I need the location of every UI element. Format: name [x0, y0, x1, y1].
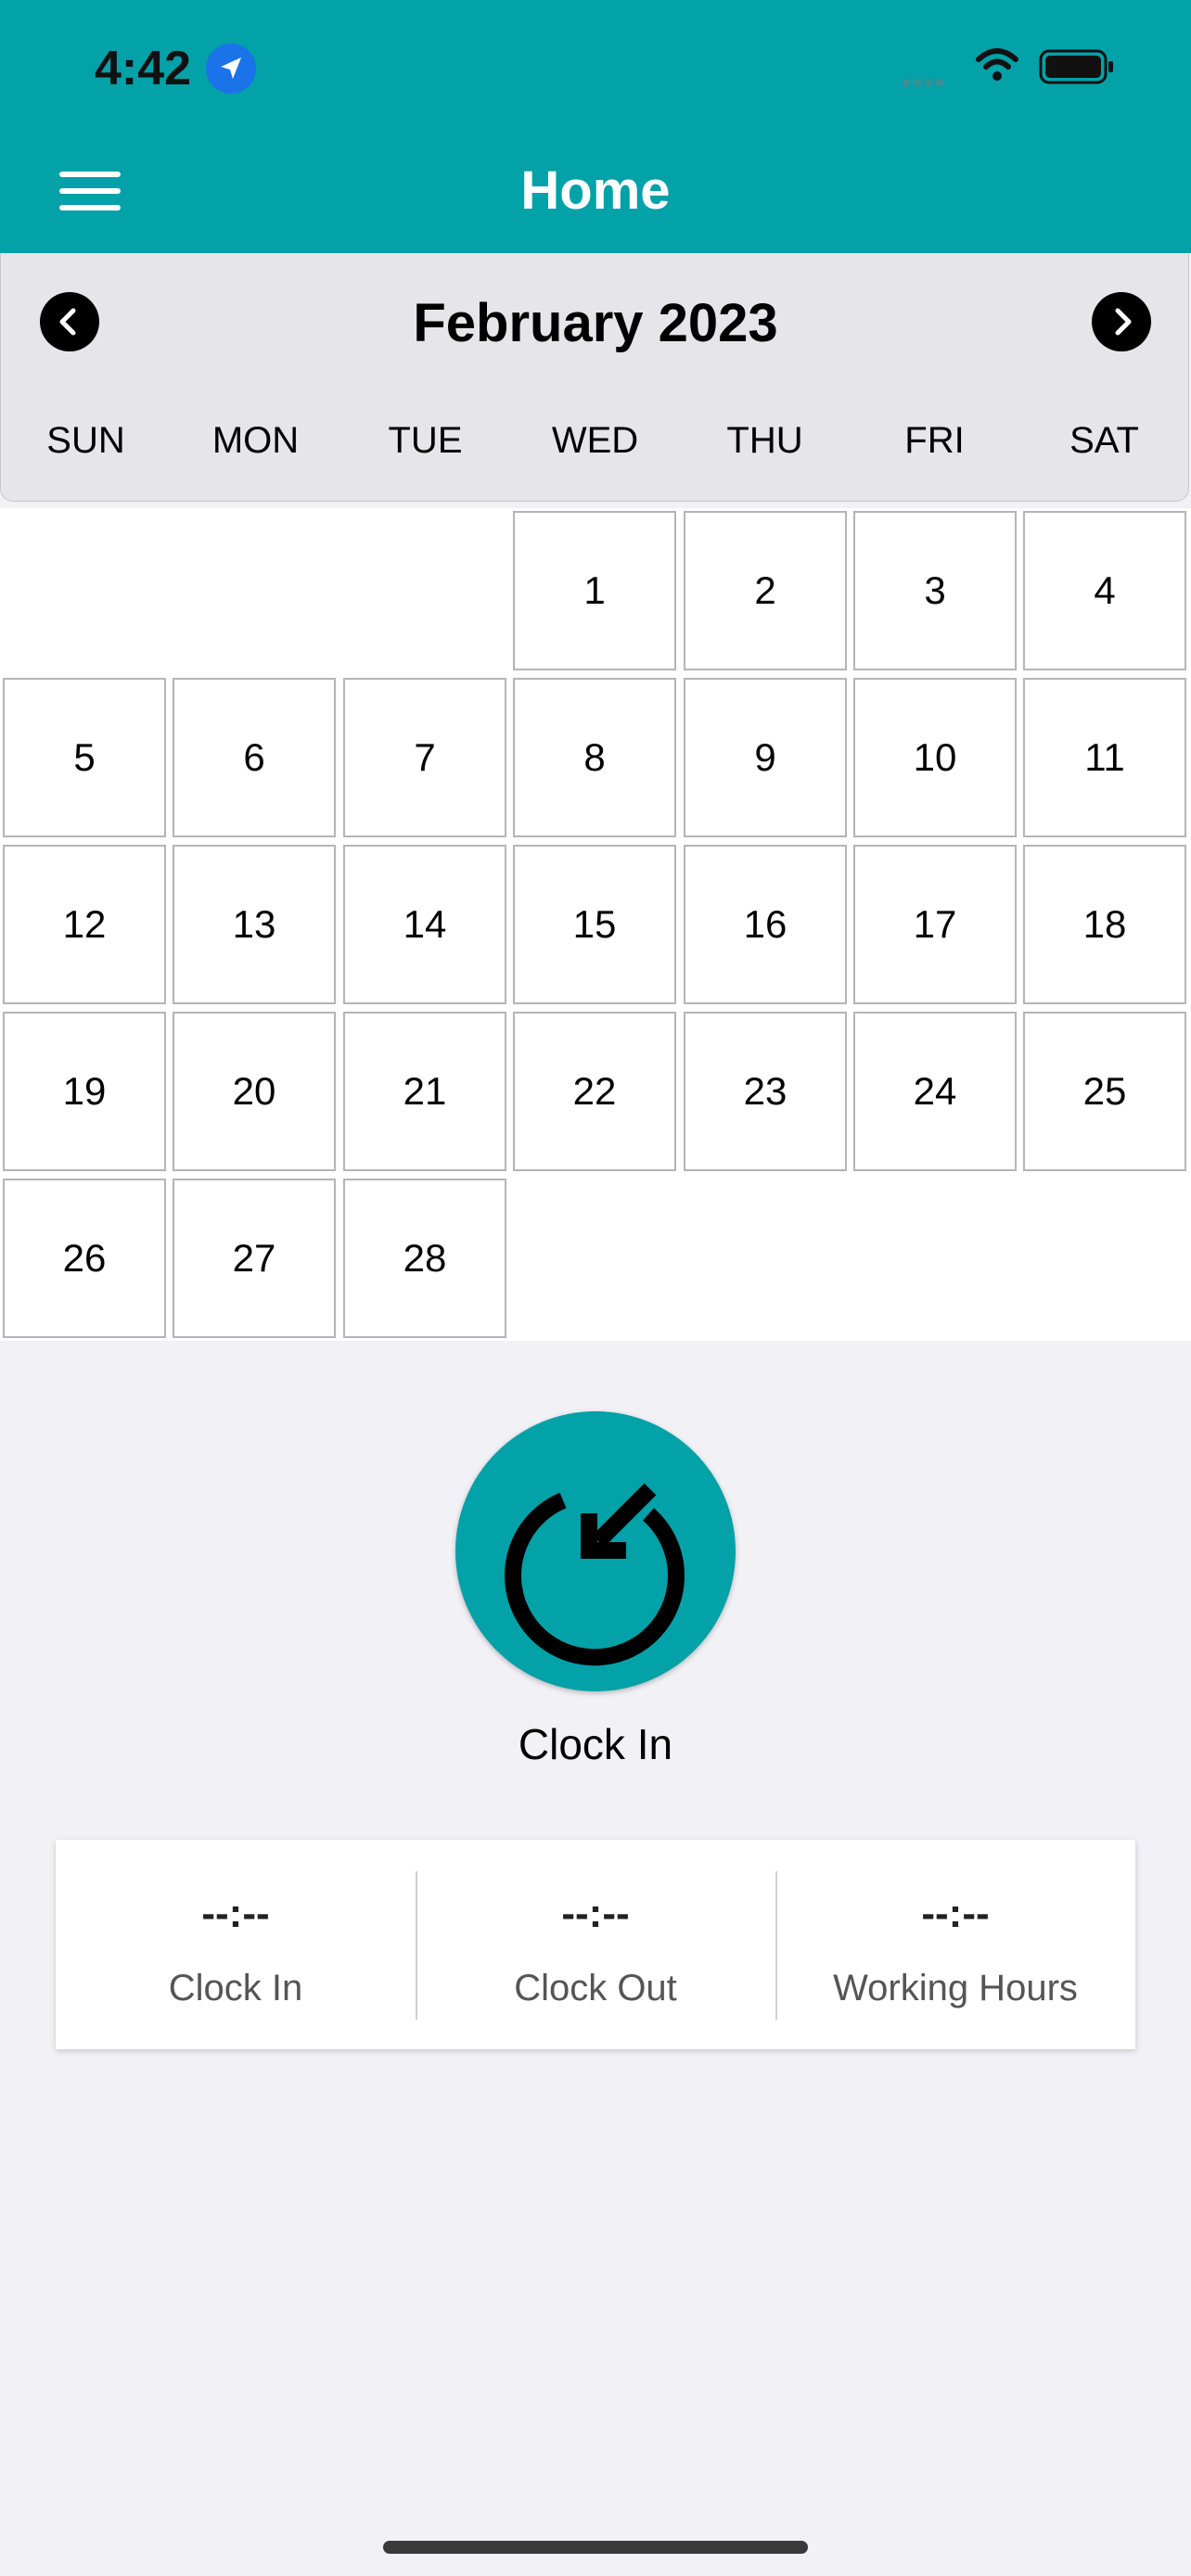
weekday-label: SUN	[46, 420, 125, 461]
calendar-day[interactable]: 11	[1023, 678, 1186, 837]
calendar-day[interactable]: 5	[3, 678, 166, 837]
calendar-day[interactable]: 7	[343, 678, 506, 837]
time-stats-card: --:-- Clock In --:-- Clock Out --:-- Wor…	[56, 1840, 1135, 2049]
calendar-day[interactable]: 27	[173, 1179, 336, 1338]
calendar-day[interactable]: 22	[513, 1012, 676, 1171]
calendar-day[interactable]: 20	[173, 1012, 336, 1171]
calendar-day[interactable]: 14	[343, 845, 506, 1004]
calendar-day[interactable]: 15	[513, 845, 676, 1004]
wifi-icon	[976, 46, 1018, 88]
calendar-day[interactable]: 13	[173, 845, 336, 1004]
calendar-day[interactable]: 12	[3, 845, 166, 1004]
clock-in-stat-label: Clock In	[168, 1968, 303, 2009]
working-hours-value: --:--	[921, 1891, 990, 1936]
clock-out-value: --:--	[561, 1891, 630, 1936]
weekday-label: TUE	[388, 420, 463, 461]
calendar-grid: 1 2 3 4 5 6 7 8 9 10 11 12 13 14 15 16 17 18 19 20 21 22 23 24 2…	[0, 508, 1191, 1341]
clock-out-stat-label: Clock Out	[514, 1968, 677, 2009]
calendar-day[interactable]: 2	[684, 511, 847, 670]
calendar-day[interactable]: 18	[1023, 845, 1186, 1004]
calendar-day[interactable]: 10	[853, 678, 1017, 837]
home-indicator	[383, 2541, 808, 2554]
calendar-day[interactable]: 17	[853, 845, 1017, 1004]
next-month-button[interactable]	[1092, 292, 1151, 351]
calendar-day[interactable]: 21	[343, 1012, 506, 1171]
location-arrow-icon	[206, 44, 256, 94]
weekday-label: THU	[726, 420, 803, 461]
status-time: 4:42	[95, 42, 192, 96]
calendar-day[interactable]: 1	[513, 511, 676, 670]
weekday-label: WED	[551, 420, 639, 461]
calendar-day[interactable]: 28	[343, 1179, 506, 1338]
weekday-label: SAT	[1069, 420, 1139, 461]
calendar-day[interactable]: 4	[1023, 511, 1186, 670]
calendar-day[interactable]: 6	[173, 678, 336, 837]
app-header: 4:42 Home	[0, 0, 1191, 253]
calendar-day[interactable]: 23	[684, 1012, 847, 1171]
clock-in-icon	[505, 1483, 685, 1666]
clock-in-value: --:--	[201, 1891, 270, 1936]
calendar-day[interactable]: 24	[853, 1012, 1017, 1171]
weekday-label: MON	[211, 420, 300, 461]
clock-in-button[interactable]	[455, 1411, 736, 1691]
weekday-row: SUN MON TUE WED THU FRI SAT	[1, 413, 1190, 468]
working-hours-stat: --:-- Working Hours	[775, 1840, 1135, 2049]
clock-out-stat: --:-- Clock Out	[416, 1840, 775, 2049]
calendar-day[interactable]: 26	[3, 1179, 166, 1338]
weekday-label: FRI	[904, 420, 965, 461]
calendar-day[interactable]: 25	[1023, 1012, 1186, 1171]
calendar-day[interactable]: 19	[3, 1012, 166, 1171]
month-label: February 2023	[413, 293, 778, 353]
clock-in-stat: --:-- Clock In	[56, 1840, 416, 2049]
battery-icon	[1039, 48, 1115, 90]
calendar-header: February 2023 SUN MON TUE WED THU FRI SA…	[0, 253, 1189, 502]
page-title: Home	[520, 160, 671, 221]
cellular-signal-icon	[903, 74, 947, 91]
clock-in-label: Clock In	[518, 1720, 673, 1768]
calendar-day[interactable]: 8	[513, 678, 676, 837]
calendar-day[interactable]: 3	[853, 511, 1017, 670]
chevron-right-icon	[1115, 308, 1132, 336]
calendar-day[interactable]: 16	[684, 845, 847, 1004]
working-hours-stat-label: Working Hours	[833, 1968, 1078, 2009]
calendar-day[interactable]: 9	[684, 678, 847, 837]
